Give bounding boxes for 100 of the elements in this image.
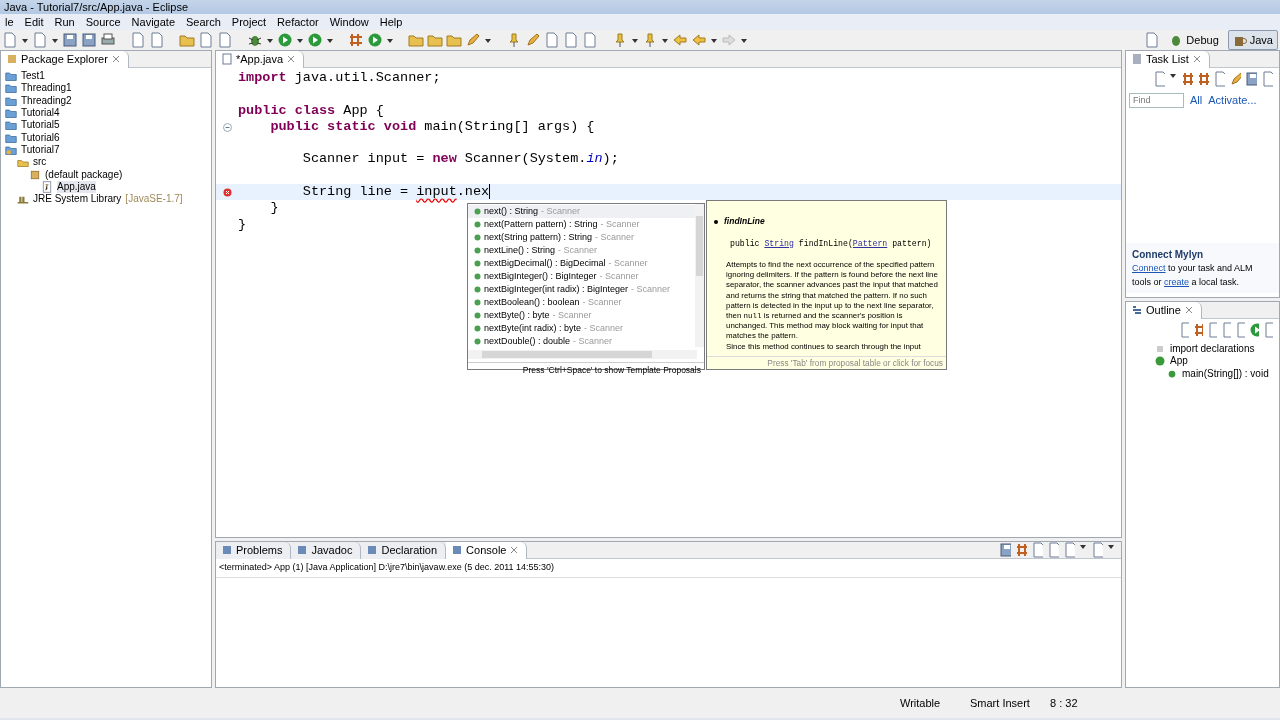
folder-icon[interactable]: [427, 32, 443, 48]
completion-item[interactable]: nextDouble() : double - Scanner: [468, 335, 695, 348]
caret-icon[interactable]: [661, 36, 669, 44]
tree-item[interactable]: import declarations: [1170, 343, 1255, 356]
menu-item[interactable]: le: [0, 14, 20, 30]
close-icon[interactable]: [1184, 306, 1193, 314]
completion-item[interactable]: next() : String - Scanner: [468, 205, 695, 218]
caret-icon[interactable]: [1079, 542, 1087, 550]
panel-tab[interactable]: Javadoc: [291, 541, 362, 559]
caret-icon[interactable]: [1107, 542, 1115, 550]
close-icon[interactable]: [1192, 55, 1201, 63]
completion-item[interactable]: nextBigDecimal() : BigDecimal - Scanner: [468, 257, 695, 270]
mylyn-text: Connect to your task and ALM tools or create a local task.: [1132, 262, 1254, 289]
grid-icon[interactable]: [1197, 71, 1209, 87]
caret-icon[interactable]: [266, 36, 274, 44]
link[interactable]: Connect: [1132, 263, 1166, 273]
completion-item[interactable]: next(String pattern) : String - Scanner: [468, 231, 695, 244]
caret-icon[interactable]: [386, 36, 394, 44]
menu-item[interactable]: Project: [226, 14, 273, 30]
status-text: Writable: [900, 695, 942, 711]
caret-icon[interactable]: [710, 36, 718, 44]
menu-item[interactable]: Window: [324, 14, 375, 30]
completion-item[interactable]: nextBigInteger() : BigInteger - Scanner: [468, 270, 695, 283]
panel-tab[interactable]: Declaration: [361, 541, 447, 559]
caret-icon[interactable]: [484, 36, 492, 44]
circle-icon: [474, 338, 481, 345]
menu-item[interactable]: Run: [49, 14, 81, 30]
link[interactable]: create: [1164, 276, 1190, 287]
folder-icon[interactable]: [408, 32, 424, 48]
tree-item[interactable]: (default package): [45, 168, 123, 181]
grid-icon[interactable]: [1193, 322, 1203, 338]
type-link[interactable]: Pattern: [852, 238, 888, 248]
panel-tab[interactable]: Package Explorer: [1, 50, 129, 68]
caret-icon[interactable]: [21, 36, 29, 44]
perspective-button[interactable]: Java: [1227, 29, 1278, 51]
tree-item[interactable]: App: [1170, 355, 1188, 368]
tree-item[interactable]: App.java: [57, 180, 96, 193]
caret-icon[interactable]: [1169, 71, 1177, 79]
pencil-icon[interactable]: [525, 32, 541, 48]
tree-item[interactable]: Tutorial4: [21, 107, 60, 120]
package-icon: [29, 168, 41, 181]
caret-icon[interactable]: [631, 36, 639, 44]
completion-item[interactable]: nextLine() : String - Scanner: [468, 244, 695, 257]
tree-item[interactable]: Tutorial6: [21, 131, 60, 144]
menu-item[interactable]: Edit: [19, 14, 50, 30]
tree-item[interactable]: Tutorial5: [21, 119, 60, 132]
tree-item[interactable]: Tutorial7: [21, 143, 60, 156]
find-field[interactable]: Find: [1129, 92, 1184, 108]
circle-icon: [474, 208, 481, 215]
tree-item[interactable]: JRE System Library: [33, 193, 122, 206]
caret-icon[interactable]: [326, 36, 334, 44]
completion-item[interactable]: next(Pattern pattern) : String - Scanner: [468, 218, 695, 231]
grid-icon[interactable]: [1181, 71, 1193, 87]
caret-icon[interactable]: [296, 36, 304, 44]
caret-icon[interactable]: [740, 36, 748, 44]
printer-icon[interactable]: [100, 32, 116, 48]
completion-item[interactable]: nextBoolean() : boolean - Scanner: [468, 296, 695, 309]
menu-item[interactable]: Refactor: [272, 14, 325, 30]
menu-item[interactable]: Navigate: [126, 14, 181, 30]
panel-tab[interactable]: Task List: [1126, 50, 1210, 68]
package-icon: [7, 54, 17, 64]
close-icon[interactable]: [111, 55, 120, 63]
pencil-icon[interactable]: [1229, 71, 1241, 87]
circle-icon: [474, 312, 481, 319]
grid-icon[interactable]: [348, 32, 364, 48]
circle-icon: [474, 273, 481, 280]
tree-item[interactable]: Threading2: [21, 94, 72, 107]
panel-tab[interactable]: Outline: [1126, 301, 1202, 319]
tree-item-decoration: [JavaSE-1.7]: [125, 193, 183, 206]
type-link[interactable]: String: [764, 238, 794, 248]
folder-icon[interactable]: [179, 32, 195, 48]
outline-icon: [1132, 305, 1142, 315]
completion-item[interactable]: nextByte(int radix) : byte - Scanner: [468, 322, 695, 335]
caret-icon[interactable]: [51, 36, 59, 44]
panel-tab[interactable]: Console: [446, 541, 528, 559]
tab-icon: [222, 545, 232, 555]
grid-icon[interactable]: [1015, 542, 1027, 558]
tree-item[interactable]: Test1: [21, 70, 45, 83]
status-text: Smart Insert: [970, 695, 1031, 711]
panel-tab[interactable]: Problems: [216, 541, 292, 559]
tree-item[interactable]: Threading1: [21, 82, 72, 95]
close-icon[interactable]: [287, 55, 296, 63]
folder-icon[interactable]: [446, 32, 462, 48]
code-line: }: [238, 216, 247, 233]
completion-item[interactable]: nextByte() : byte - Scanner: [468, 309, 695, 322]
menu-item[interactable]: Help: [374, 14, 409, 30]
editor-tab[interactable]: *App.java: [216, 50, 305, 68]
vertical-scrollbar[interactable]: [695, 204, 704, 347]
collapse-icon[interactable]: [222, 122, 232, 132]
filter-link[interactable]: Activate...: [1208, 92, 1257, 109]
tree-item[interactable]: src: [33, 156, 47, 169]
tree-item[interactable]: main(String[]) : void: [1182, 367, 1269, 380]
filter-link[interactable]: All: [1190, 92, 1203, 109]
code-line: String line = input.nex: [301, 184, 490, 201]
menu-item[interactable]: Search: [181, 14, 227, 30]
close-icon[interactable]: [510, 546, 519, 554]
perspective-button[interactable]: Debug: [1164, 29, 1224, 51]
completion-item[interactable]: nextBigInteger(int radix) : BigInteger - Scanner: [468, 283, 695, 296]
horizontal-scrollbar[interactable]: [468, 350, 697, 360]
menu-item[interactable]: Source: [80, 14, 127, 30]
